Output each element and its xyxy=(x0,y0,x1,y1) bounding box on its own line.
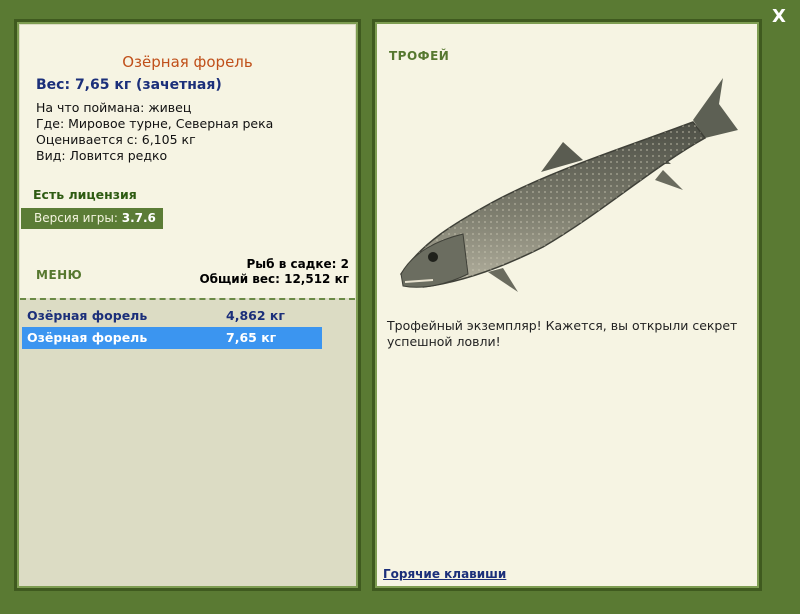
hotkeys-link[interactable]: Горячие клавиши xyxy=(383,567,506,581)
fish-details-area: Озёрная форель Вес: 7,65 кг (зачетная) Н… xyxy=(20,25,355,298)
game-version: Версия игры: 3.7.6 xyxy=(21,208,163,229)
threshold-info: Оценивается с: 6,105 кг xyxy=(36,132,196,147)
version-value: 3.7.6 xyxy=(121,211,156,225)
lake-trout-image xyxy=(399,78,738,292)
bait-info: На что поймана: живец xyxy=(36,100,192,115)
fish-info-panel: Озёрная форель Вес: 7,65 кг (зачетная) Н… xyxy=(14,19,361,591)
fish-title: Озёрная форель xyxy=(122,53,253,71)
keepnet-count: Рыб в садке: 2 xyxy=(246,257,350,271)
menu-button[interactable]: МЕНЮ xyxy=(36,268,82,282)
license-status: Есть лицензия xyxy=(33,187,137,202)
catch-name: Озёрная форель xyxy=(27,330,148,345)
species-info: Вид: Ловится редко xyxy=(36,148,168,163)
divider xyxy=(20,298,355,300)
catch-weight: 7,65 кг xyxy=(226,330,277,345)
catch-row[interactable]: Озёрная форель 4,862 кг xyxy=(22,305,322,327)
trophy-panel: ТРОФЕЙ Трофейный экземпляр! Кажется, вы … xyxy=(372,19,762,591)
catch-row-selected[interactable]: Озёрная форель 7,65 кг xyxy=(22,327,322,349)
close-button[interactable]: X xyxy=(768,6,790,28)
location-info: Где: Мировое турне, Северная река xyxy=(36,116,274,131)
keepnet-total-weight: Общий вес: 12,512 кг xyxy=(199,272,349,286)
catch-name: Озёрная форель xyxy=(27,308,148,323)
fish-weight: Вес: 7,65 кг (зачетная) xyxy=(36,77,222,93)
catch-weight: 4,862 кг xyxy=(226,308,285,323)
trophy-message: Трофейный экземпляр! Кажется, вы открыли… xyxy=(387,318,738,349)
version-label: Версия игры: xyxy=(34,211,118,225)
